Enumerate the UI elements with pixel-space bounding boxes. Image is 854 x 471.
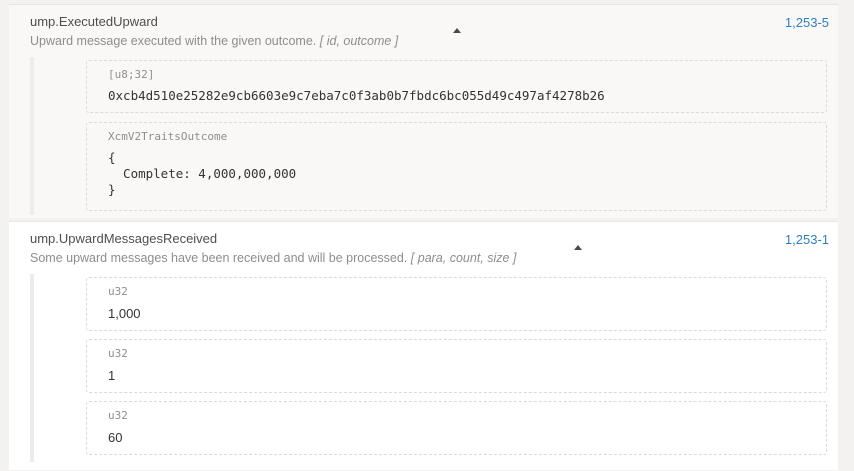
param-type-label: [u8;32]: [108, 68, 155, 81]
param-type-label: u32: [108, 285, 128, 298]
collapse-caret-icon[interactable]: [574, 245, 582, 250]
param-outcome: XcmV2TraitsOutcome { Complete: 4,000,000…: [86, 122, 827, 211]
event-block-link[interactable]: 1,253-5: [785, 15, 829, 31]
event-description-text: Some upward messages have been received …: [30, 251, 408, 265]
event-description-text: Upward message executed with the given o…: [30, 34, 317, 48]
param-type-label: u32: [108, 347, 128, 360]
event-header: ump.ExecutedUpward Upward message execut…: [30, 14, 828, 54]
param-para: u32 1,000: [86, 277, 827, 331]
param-value-line: }: [108, 182, 116, 197]
event-row-upward-messages-received[interactable]: ump.UpwardMessagesReceived Some upward m…: [9, 221, 838, 470]
param-size: u32 60: [86, 401, 827, 455]
param-value: 1,000: [108, 306, 141, 321]
collapse-caret-icon[interactable]: [453, 28, 461, 33]
param-group-border: [30, 57, 34, 215]
param-value-line: Complete: 4,000,000,000: [108, 166, 297, 181]
event-params-hint: [ para, count, size ]: [410, 251, 517, 265]
param-value: 60: [108, 430, 123, 445]
param-type-label: XcmV2TraitsOutcome: [108, 130, 228, 143]
param-count: u32 1: [86, 339, 827, 393]
event-row-executed-upward[interactable]: ump.ExecutedUpward Upward message execut…: [9, 4, 838, 218]
event-params-hint: [ id, outcome ]: [319, 34, 399, 48]
event-title: ump.ExecutedUpward: [30, 14, 158, 29]
event-block-link[interactable]: 1,253-1: [785, 232, 829, 248]
event-description: Some upward messages have been received …: [30, 250, 828, 266]
param-value: 1: [108, 368, 116, 383]
event-description: Upward message executed with the given o…: [30, 33, 828, 49]
event-title: ump.UpwardMessagesReceived: [30, 231, 218, 246]
param-group-border: [30, 274, 34, 462]
event-header: ump.UpwardMessagesReceived Some upward m…: [30, 231, 828, 271]
param-value: 0xcb4d510e25282e9cb6603e9c7eba7c0f3ab0b7…: [108, 88, 605, 103]
param-id: [u8;32] 0xcb4d510e25282e9cb6603e9c7eba7c…: [86, 60, 827, 113]
param-type-label: u32: [108, 409, 128, 422]
